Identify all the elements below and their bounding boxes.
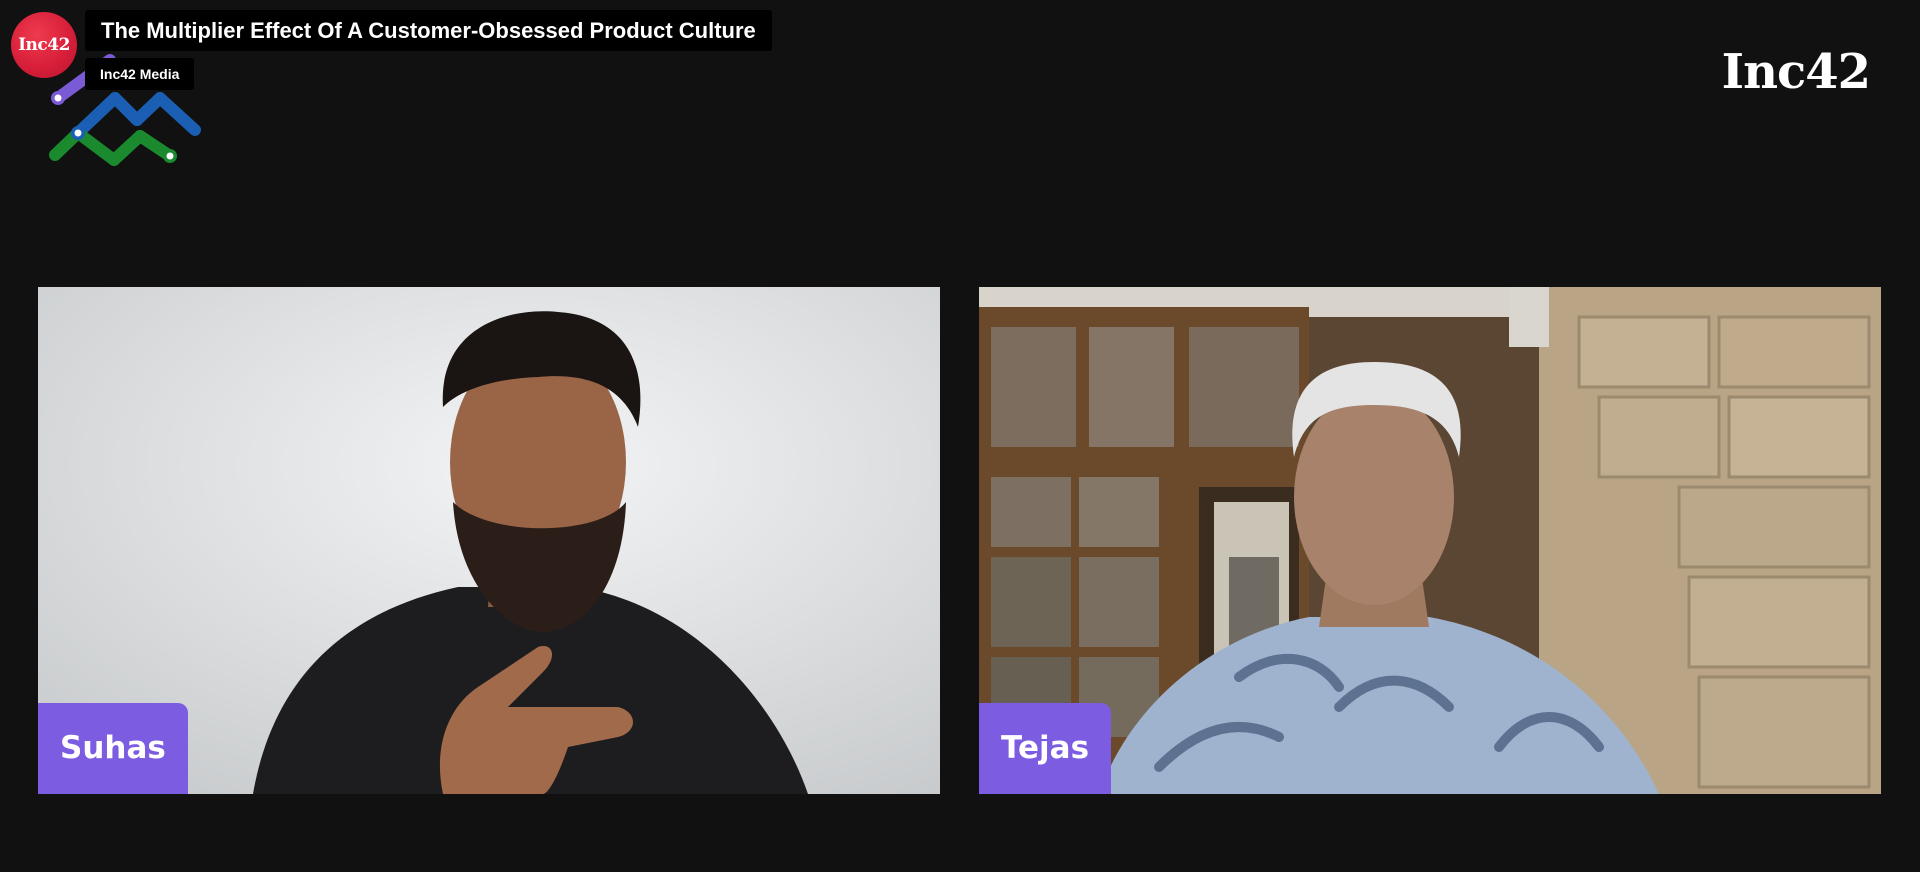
channel-name[interactable]: Inc42 Media bbox=[85, 58, 195, 90]
participant-name-tag: Tejas bbox=[979, 703, 1112, 794]
brand-wordmark-logo: Inc42 bbox=[1721, 44, 1871, 100]
channel-avatar[interactable]: Inc42 bbox=[11, 12, 77, 78]
participant-video-tile-2: Tejas bbox=[979, 287, 1881, 794]
participant-video-tile-1: Suhas bbox=[38, 287, 940, 794]
participant-name-tag: Suhas bbox=[38, 703, 188, 794]
channel-avatar-logo: Inc42 bbox=[18, 35, 70, 55]
participant-2-video-feed bbox=[979, 287, 1881, 794]
video-title[interactable]: The Multiplier Effect Of A Customer-Obse… bbox=[85, 10, 772, 51]
video-frame: Inc42 The Multiplier Effect Of A Custome… bbox=[0, 0, 1920, 872]
